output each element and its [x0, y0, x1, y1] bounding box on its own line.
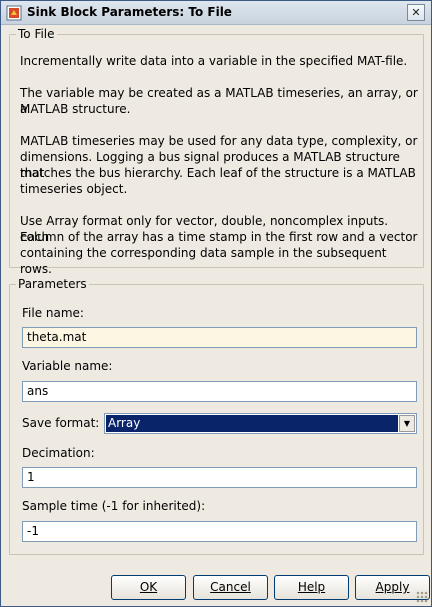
parameters-group-label: Parameters [16, 277, 89, 291]
variable-name-label: Variable name: [22, 359, 113, 373]
close-icon: ✕ [411, 6, 421, 19]
save-format-label: Save format: [22, 416, 100, 430]
description-line: MATLAB structure. [20, 102, 131, 116]
window-title: Sink Block Parameters: To File [27, 5, 232, 19]
description-line: containing the corresponding data sample… [20, 246, 387, 276]
help-button[interactable]: Help [274, 575, 349, 600]
dialog-window: Sink Block Parameters: To File ✕ To File… [0, 0, 432, 607]
title-bar[interactable]: Sink Block Parameters: To File ✕ [1, 1, 431, 25]
description-line: MATLAB timeseries may be used for any da… [20, 134, 418, 148]
save-format-select[interactable]: Array ▼ [104, 413, 417, 434]
dropdown-arrow-icon[interactable]: ▼ [399, 415, 415, 432]
description-line: timeseries object. [20, 182, 128, 196]
save-format-value: Array [106, 415, 398, 432]
resize-grip-icon[interactable] [416, 591, 428, 603]
description-line: column of the array has a time stamp in … [20, 230, 418, 244]
ok-button[interactable]: OK [111, 575, 186, 600]
close-button[interactable]: ✕ [407, 4, 425, 21]
simulink-block-icon [6, 5, 22, 21]
cancel-button[interactable]: Cancel [193, 575, 268, 600]
description-line: matches the bus hierarchy. Each leaf of … [20, 166, 416, 180]
description-group-label: To File [16, 27, 57, 41]
description-line: Incrementally write data into a variable… [20, 54, 408, 68]
variable-name-field[interactable]: ans [22, 381, 417, 402]
file-name-label: File name: [22, 306, 84, 320]
sample-time-field[interactable]: -1 [22, 521, 417, 542]
file-name-field[interactable]: theta.mat [22, 327, 417, 348]
sample-time-label: Sample time (-1 for inherited): [22, 499, 206, 513]
decimation-field[interactable]: 1 [22, 467, 417, 488]
decimation-label: Decimation: [22, 446, 95, 460]
